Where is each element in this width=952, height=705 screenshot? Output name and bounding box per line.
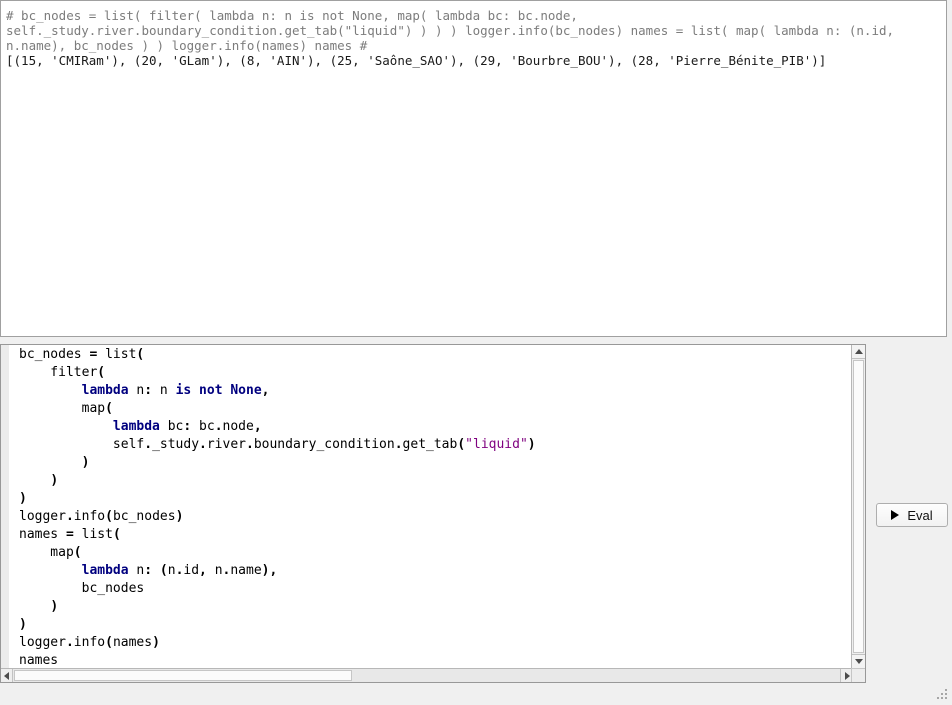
scroll-left-button[interactable] [1,669,13,682]
code-line: map( [19,400,851,418]
log-line: n.name), bc_nodes ) ) logger.info(names)… [6,38,942,53]
code-line: self._study.river.boundary_condition.get… [19,436,851,454]
code-line: filter( [19,364,851,382]
code-line: ) [19,616,851,634]
code-line: names [19,652,851,668]
play-icon [891,510,899,520]
code-line: ) [19,598,851,616]
scroll-up-button[interactable] [852,345,865,359]
code-line: logger.info(names) [19,634,851,652]
log-output-panel[interactable]: # bc_nodes = list( filter( lambda n: n i… [0,0,947,337]
horizontal-scrollbar-thumb[interactable] [14,670,352,681]
python-code-editor[interactable]: bc_nodes = list( filter( lambda n: n is … [0,344,866,683]
horizontal-scrollbar[interactable] [1,668,853,682]
log-line: self._study.river.boundary_condition.get… [6,23,942,38]
code-line: ) [19,490,851,508]
code-line: ) [19,454,851,472]
arrow-right-icon [845,672,850,680]
code-line: bc_nodes = list( [19,346,851,364]
eval-button[interactable]: Eval [876,503,948,527]
code-line: lambda n: n is not None, [19,382,851,400]
code-line: map( [19,544,851,562]
code-line: lambda bc: bc.node, [19,418,851,436]
editor-margin [1,345,9,668]
window-resize-grip[interactable] [937,689,949,701]
code-line: bc_nodes [19,580,851,598]
arrow-left-icon [4,672,9,680]
log-line: # bc_nodes = list( filter( lambda n: n i… [6,8,942,23]
code-line: names = list( [19,526,851,544]
scroll-down-button[interactable] [852,654,865,668]
code-line: ) [19,472,851,490]
eval-button-label: Eval [907,508,932,523]
arrow-up-icon [855,349,863,354]
scrollbar-corner [851,668,865,682]
code-line: lambda n: (n.id, n.name), [19,562,851,580]
vertical-scrollbar[interactable] [851,345,865,668]
code-line: logger.info(bc_nodes) [19,508,851,526]
log-lines: # bc_nodes = list( filter( lambda n: n i… [6,8,942,68]
code-lines[interactable]: bc_nodes = list( filter( lambda n: n is … [9,345,851,668]
log-line: [(15, 'CMIRam'), (20, 'GLam'), (8, 'AIN'… [6,53,942,68]
arrow-down-icon [855,659,863,664]
vertical-scrollbar-thumb[interactable] [853,360,864,653]
